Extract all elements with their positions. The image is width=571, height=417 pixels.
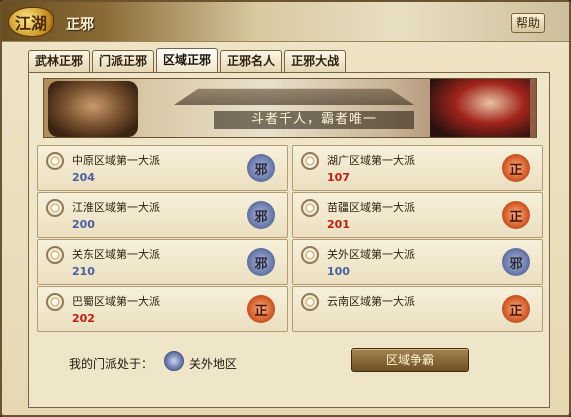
region-count: 201	[327, 218, 350, 231]
region-card[interactable]: 江淮区域第一大派 200 邪	[37, 192, 288, 238]
region-card[interactable]: 云南区域第一大派 正	[292, 286, 543, 332]
sect-emblem-icon	[164, 351, 184, 371]
banner-image: 斗者千人，霸者唯一	[43, 78, 537, 138]
faction-evil-icon: 邪	[502, 248, 530, 276]
region-card[interactable]: 关东区域第一大派 210 邪	[37, 239, 288, 285]
sect-emblem-icon	[46, 293, 64, 311]
faction-evil-icon: 邪	[247, 201, 275, 229]
sect-emblem-icon	[46, 246, 64, 264]
tab-wulin[interactable]: 武林正邪	[28, 50, 91, 72]
swordsman-portrait-icon	[430, 79, 530, 137]
sect-emblem-icon	[46, 199, 64, 217]
window-title: 正邪	[66, 17, 94, 33]
temple-roof-icon	[174, 88, 414, 105]
region-name: 巴蜀区域第一大派	[72, 295, 160, 308]
region-name: 中原区域第一大派	[72, 154, 160, 167]
game-logo-icon: 江湖	[8, 7, 54, 37]
warrior-portrait-icon	[48, 81, 138, 137]
sect-emblem-icon	[301, 293, 319, 311]
sect-emblem-icon	[46, 152, 64, 170]
faction-evil-icon: 邪	[247, 248, 275, 276]
region-card[interactable]: 中原区域第一大派 204 邪	[37, 145, 288, 191]
region-name: 湖广区域第一大派	[327, 154, 415, 167]
faction-righteous-icon: 正	[247, 295, 275, 323]
title-bar[interactable]: 江湖 正邪 帮助	[2, 2, 569, 42]
tab-famous[interactable]: 正邪名人	[220, 50, 283, 72]
region-count: 107	[327, 171, 350, 184]
tab-content: 斗者千人，霸者唯一 中原区域第一大派 204 邪 湖广区域第一大派 107 正 …	[28, 72, 550, 408]
region-card[interactable]: 苗疆区域第一大派 201 正	[292, 192, 543, 238]
banner-slogan: 斗者千人，霸者唯一	[214, 111, 414, 129]
faction-righteous-icon: 正	[502, 154, 530, 182]
sect-emblem-icon	[301, 199, 319, 217]
region-battle-button[interactable]: 区域争霸	[351, 348, 469, 372]
help-button[interactable]: 帮助	[511, 13, 545, 33]
region-name: 关外区域第一大派	[327, 248, 415, 261]
region-name: 关东区域第一大派	[72, 248, 160, 261]
tab-war[interactable]: 正邪大战	[284, 50, 347, 72]
region-count: 100	[327, 265, 350, 278]
region-name: 云南区域第一大派	[327, 295, 415, 308]
tab-region[interactable]: 区域正邪	[156, 48, 219, 72]
my-sect-region: 关外地区	[189, 357, 238, 371]
faction-window: 江湖 正邪 帮助 武林正邪 门派正邪 区域正邪 正邪名人 正邪大战 斗者千人，霸…	[0, 0, 571, 417]
region-name: 江淮区域第一大派	[72, 201, 160, 214]
region-grid: 中原区域第一大派 204 邪 湖广区域第一大派 107 正 江淮区域第一大派 2…	[37, 145, 543, 332]
region-card[interactable]: 湖广区域第一大派 107 正	[292, 145, 543, 191]
my-sect-label: 我的门派处于：	[69, 357, 154, 371]
faction-righteous-icon: 正	[502, 295, 530, 323]
sect-emblem-icon	[301, 152, 319, 170]
region-count: 200	[72, 218, 95, 231]
region-count: 210	[72, 265, 95, 278]
tab-sect[interactable]: 门派正邪	[92, 50, 155, 72]
region-card[interactable]: 巴蜀区域第一大派 202 正	[37, 286, 288, 332]
region-count: 204	[72, 171, 95, 184]
sect-emblem-icon	[301, 246, 319, 264]
region-count: 202	[72, 312, 95, 325]
region-name: 苗疆区域第一大派	[327, 201, 415, 214]
faction-righteous-icon: 正	[502, 201, 530, 229]
region-card[interactable]: 关外区域第一大派 100 邪	[292, 239, 543, 285]
faction-evil-icon: 邪	[247, 154, 275, 182]
tab-bar: 武林正邪 门派正邪 区域正邪 正邪名人 正邪大战	[28, 48, 347, 72]
